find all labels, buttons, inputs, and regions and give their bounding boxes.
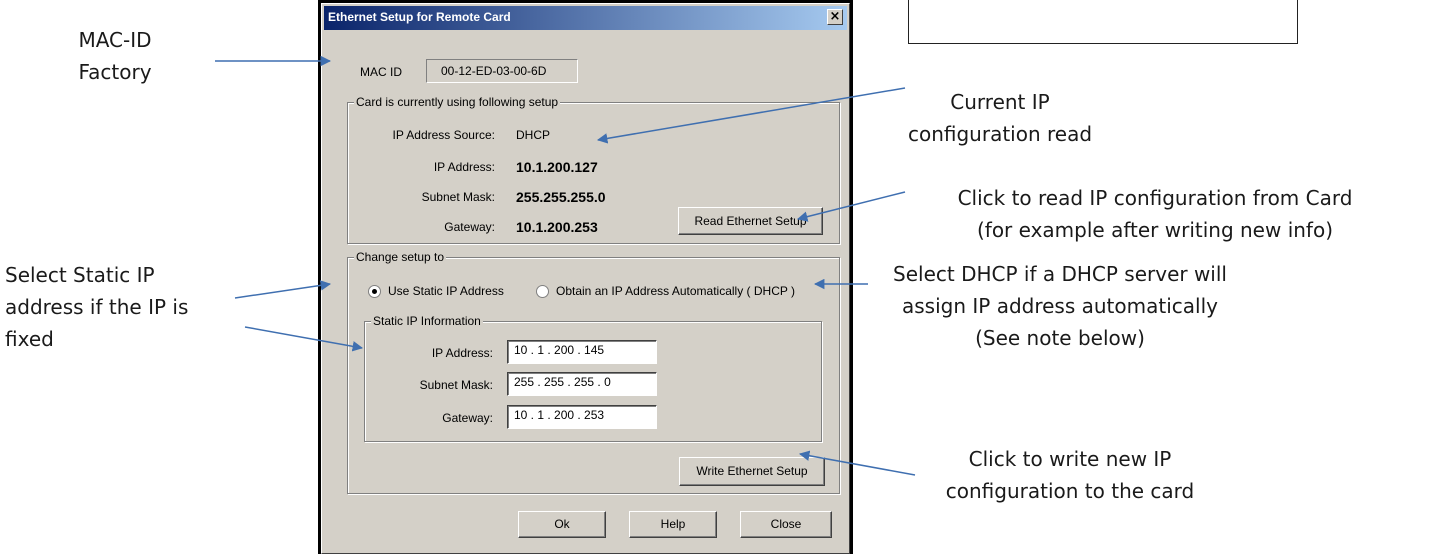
current-setup-group: Card is currently using following setup … [347, 95, 840, 244]
current-gateway-value: 10.1.200.253 [516, 219, 598, 235]
radio-static-ip-label[interactable]: Use Static IP Address [388, 284, 504, 298]
callout-dhcp: Select DHCP if a DHCP server will assign … [893, 262, 1227, 350]
ip-source-value: DHCP [516, 128, 551, 142]
ip-source-label: IP Address Source: [392, 128, 495, 142]
static-gateway-input[interactable]: 10 . 1 . 200 . 253 [507, 405, 657, 429]
change-setup-legend: Change setup to [354, 250, 447, 264]
mac-id-value: 00-12-ED-03-00-6D [441, 64, 547, 78]
dialog-title: Ethernet Setup for Remote Card [328, 10, 511, 24]
help-button[interactable]: Help [629, 511, 717, 538]
current-ip-value: 10.1.200.127 [516, 159, 598, 175]
callout-write-setup: Click to write new IP configuration to th… [945, 447, 1195, 503]
dialog-frame: Ethernet Setup for Remote Card × MAC ID … [321, 3, 850, 554]
static-mask-label: Subnet Mask: [419, 378, 493, 392]
static-ip-info-legend: Static IP Information [371, 314, 483, 328]
close-icon: × [829, 9, 841, 24]
write-ethernet-setup-button[interactable]: Write Ethernet Setup [679, 457, 825, 486]
top-frame-box [908, 0, 1298, 44]
static-ip-label: IP Address: [431, 346, 493, 360]
radio-dhcp[interactable] [536, 285, 549, 298]
static-gateway-label: Gateway: [442, 411, 493, 425]
radio-dhcp-label[interactable]: Obtain an IP Address Automatically ( DHC… [556, 284, 795, 298]
current-ip-label: IP Address: [433, 160, 495, 174]
current-setup-legend: Card is currently using following setup [354, 95, 561, 109]
close-window-button[interactable]: × [827, 9, 843, 25]
mac-id-label: MAC ID [360, 65, 402, 79]
callout-current-ip: Current IP configuration read [907, 90, 1093, 146]
static-ip-info-group: Static IP Information IP Address: 10 . 1… [364, 314, 822, 442]
callout-read-setup: Click to read IP configuration from Card… [957, 186, 1353, 242]
current-mask-value: 255.255.255.0 [516, 189, 606, 205]
change-setup-group: Change setup to Use Static IP Address Ob… [347, 250, 840, 494]
callout-static-ip: Select Static IP address if the IP is fixe… [5, 263, 189, 351]
ethernet-setup-dialog: Ethernet Setup for Remote Card × MAC ID … [318, 0, 853, 554]
close-button[interactable]: Close [740, 511, 832, 538]
read-ethernet-setup-button[interactable]: Read Ethernet Setup [678, 207, 823, 235]
ok-button[interactable]: Ok [518, 511, 606, 538]
current-gateway-label: Gateway: [444, 220, 495, 234]
static-mask-input[interactable]: 255 . 255 . 255 . 0 [507, 372, 657, 396]
callout-mac-id: MAC-ID Factory [78, 28, 152, 84]
static-ip-input[interactable]: 10 . 1 . 200 . 145 [507, 340, 657, 364]
radio-static-ip[interactable] [368, 285, 381, 298]
current-mask-label: Subnet Mask: [421, 190, 495, 204]
mac-id-display: 00-12-ED-03-00-6D [426, 59, 578, 83]
title-bar[interactable]: Ethernet Setup for Remote Card × [324, 6, 847, 30]
